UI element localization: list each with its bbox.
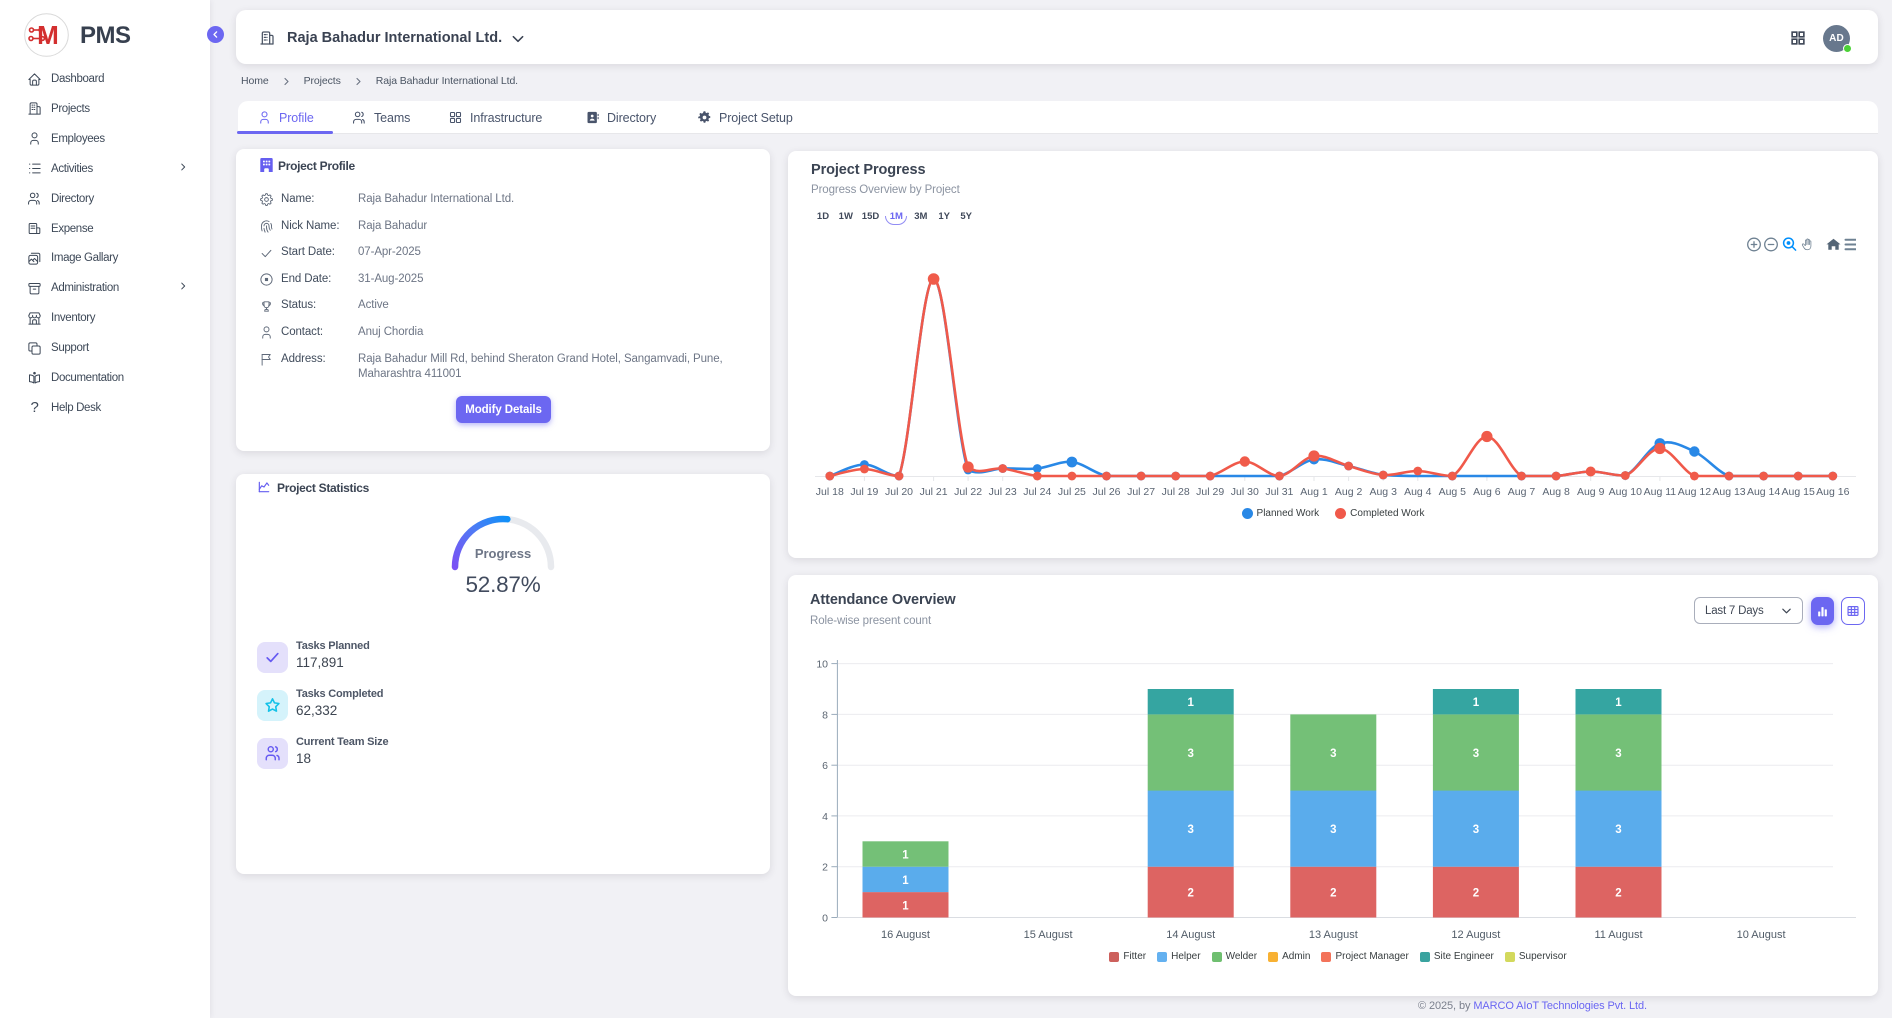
svg-text:3: 3 [1330,824,1336,836]
svg-text:0: 0 [822,913,828,925]
svg-text:8: 8 [822,709,828,721]
svg-text:10 August: 10 August [1737,929,1786,941]
svg-text:1: 1 [902,900,909,912]
svg-text:1: 1 [902,850,909,862]
svg-text:3: 3 [1187,824,1193,836]
svg-text:3: 3 [1615,748,1621,760]
svg-text:1: 1 [1187,697,1194,709]
svg-text:3: 3 [1187,748,1193,760]
svg-text:6: 6 [822,760,828,772]
svg-text:2: 2 [822,862,828,874]
svg-text:3: 3 [1473,748,1479,760]
svg-text:2: 2 [1473,888,1479,900]
svg-text:15 August: 15 August [1024,929,1073,941]
svg-text:3: 3 [1330,748,1336,760]
svg-text:1: 1 [902,875,909,887]
svg-text:2: 2 [1187,888,1193,900]
svg-text:10: 10 [816,659,828,671]
svg-text:1: 1 [1615,697,1622,709]
svg-text:16 August: 16 August [881,929,930,941]
svg-text:3: 3 [1473,824,1479,836]
svg-text:3: 3 [1615,824,1621,836]
svg-text:12 August: 12 August [1451,929,1500,941]
svg-text:14 August: 14 August [1166,929,1215,941]
svg-text:2: 2 [1330,888,1336,900]
svg-text:13 August: 13 August [1309,929,1358,941]
svg-text:11 August: 11 August [1594,929,1642,941]
svg-text:4: 4 [822,811,828,823]
svg-text:2: 2 [1615,888,1621,900]
svg-text:1: 1 [1473,697,1480,709]
